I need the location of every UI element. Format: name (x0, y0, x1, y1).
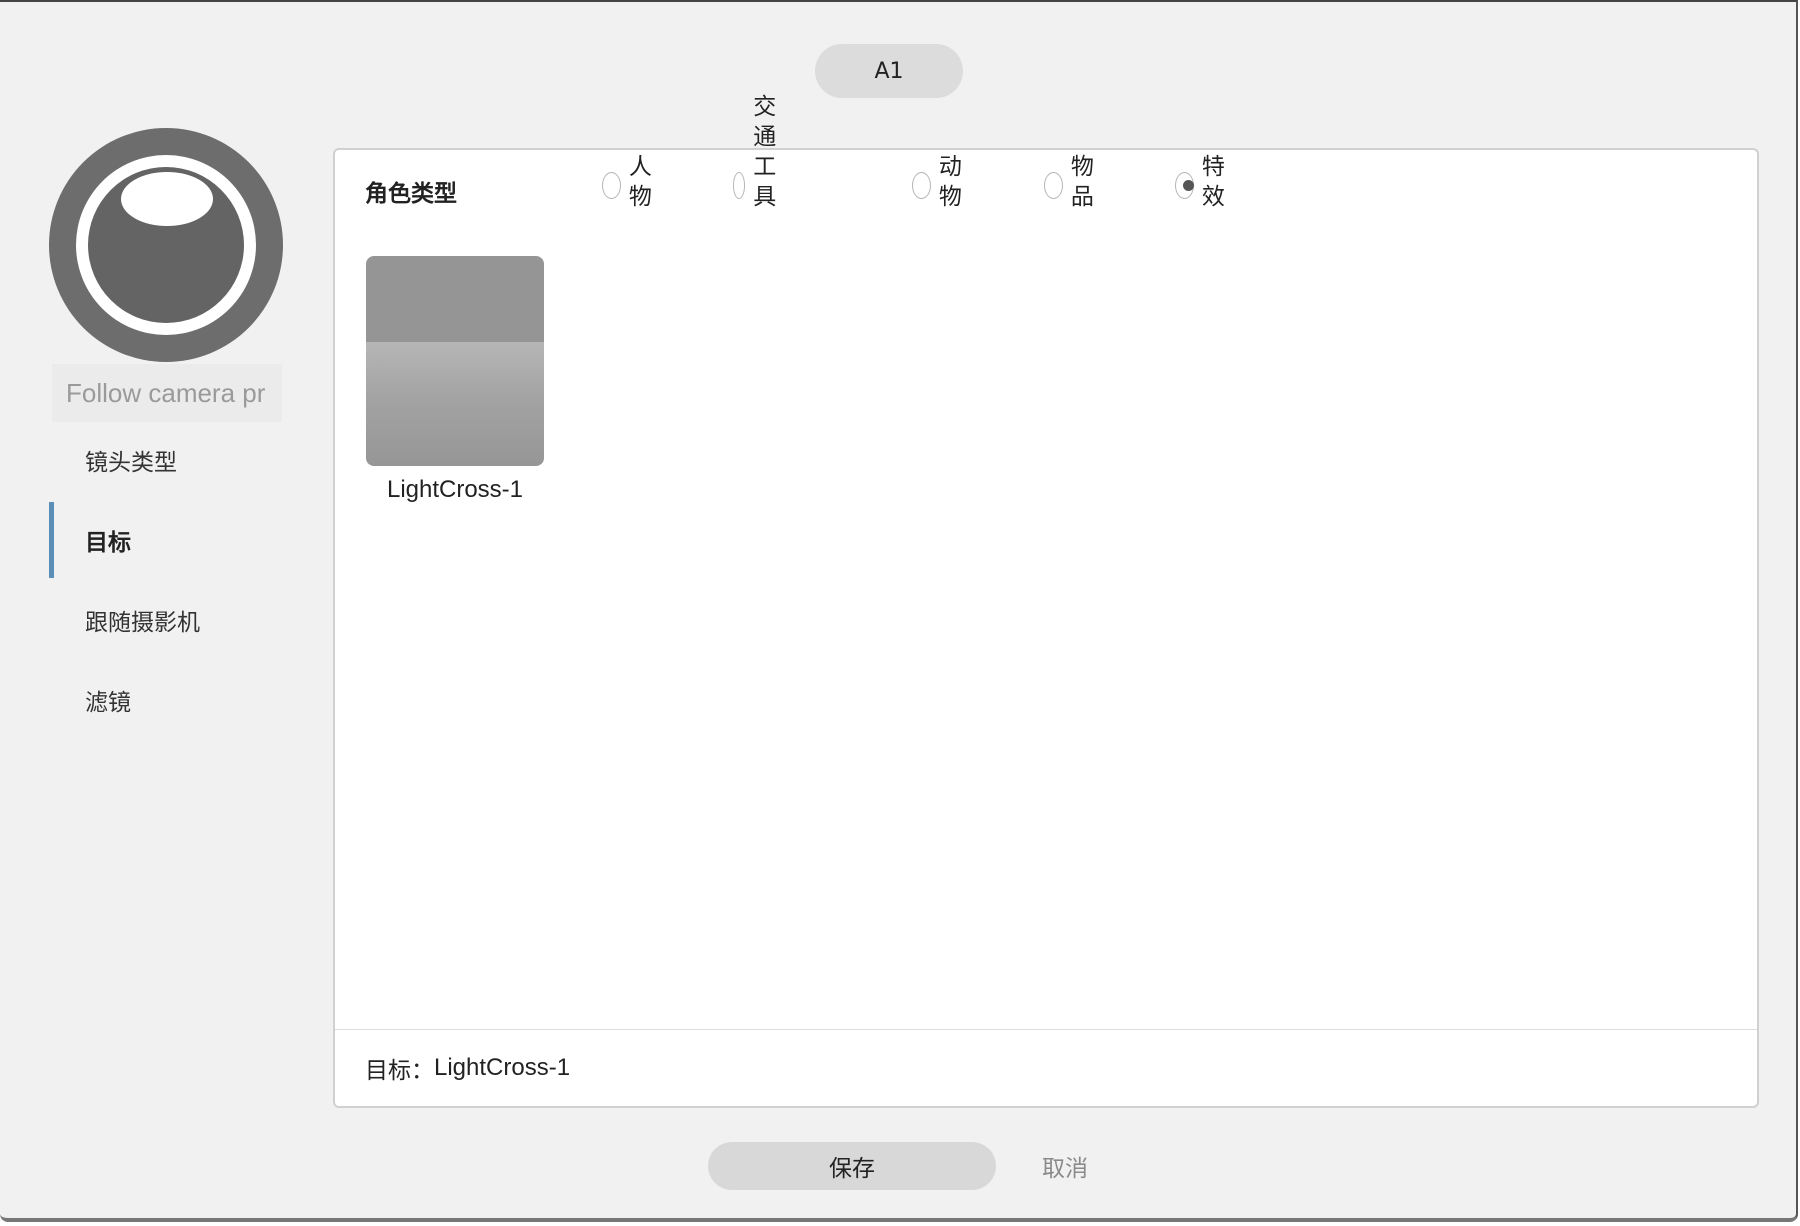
dialog-title: A1 (815, 44, 963, 98)
radio-circle-icon[interactable] (912, 172, 931, 199)
radio-object[interactable]: 物品 (1044, 154, 1102, 212)
camera-name-input[interactable] (52, 364, 282, 422)
target-item-thumbnail[interactable] (366, 256, 544, 466)
camera-settings-dialog: A1 镜头类型 目标 跟随摄影机 滤镜 角色类型 人物 交通工 (0, 0, 1798, 1222)
target-item-label: LightCross-1 (386, 476, 524, 503)
radio-label: 交通工具 (753, 94, 777, 210)
sidebar-item-filter[interactable]: 滤镜 (49, 662, 279, 738)
sidebar-item-label: 跟随摄影机 (85, 610, 200, 636)
radio-circle-icon[interactable] (602, 172, 621, 199)
save-button[interactable]: 保存 (708, 1142, 996, 1190)
selected-target-label: 目标： (365, 1058, 434, 1084)
radio-circle-icon[interactable] (1175, 172, 1194, 199)
radio-person[interactable]: 人物 (602, 154, 660, 212)
sidebar-item-follow-camera[interactable]: 跟随摄影机 (49, 582, 279, 658)
selected-target-value: LightCross-1 (434, 1054, 571, 1081)
radio-label: 物品 (1070, 154, 1094, 210)
sidebar-item-label: 镜头类型 (85, 450, 177, 476)
target-item-card[interactable]: LightCross-1 (366, 256, 544, 504)
dialog-title-text: A1 (874, 58, 904, 84)
role-type-label: 角色类型 (365, 181, 457, 207)
camera-lens-icon (49, 128, 283, 362)
radio-effect[interactable]: 特效 (1175, 154, 1233, 212)
radio-label: 动物 (938, 154, 962, 210)
cancel-button[interactable]: 取消 (1020, 1142, 1110, 1190)
radio-animal[interactable]: 动物 (912, 154, 970, 212)
radio-vehicle[interactable]: 交通工具 (733, 94, 791, 212)
radio-label: 特效 (1201, 154, 1225, 210)
sidebar-item-label: 滤镜 (85, 690, 131, 716)
radio-circle-icon[interactable] (733, 172, 746, 199)
sidebar-item-target[interactable]: 目标 (49, 502, 279, 578)
radio-label: 人物 (628, 154, 652, 210)
sidebar-item-lens-type[interactable]: 镜头类型 (49, 422, 279, 498)
sidebar-item-label: 目标 (85, 530, 131, 556)
selected-target-bar: 目标： LightCross-1 (335, 1029, 1757, 1106)
radio-circle-icon[interactable] (1044, 172, 1063, 199)
target-panel: 角色类型 人物 交通工具 动物 物品 特效 LightCross-1 目标： L… (333, 94, 1759, 1108)
